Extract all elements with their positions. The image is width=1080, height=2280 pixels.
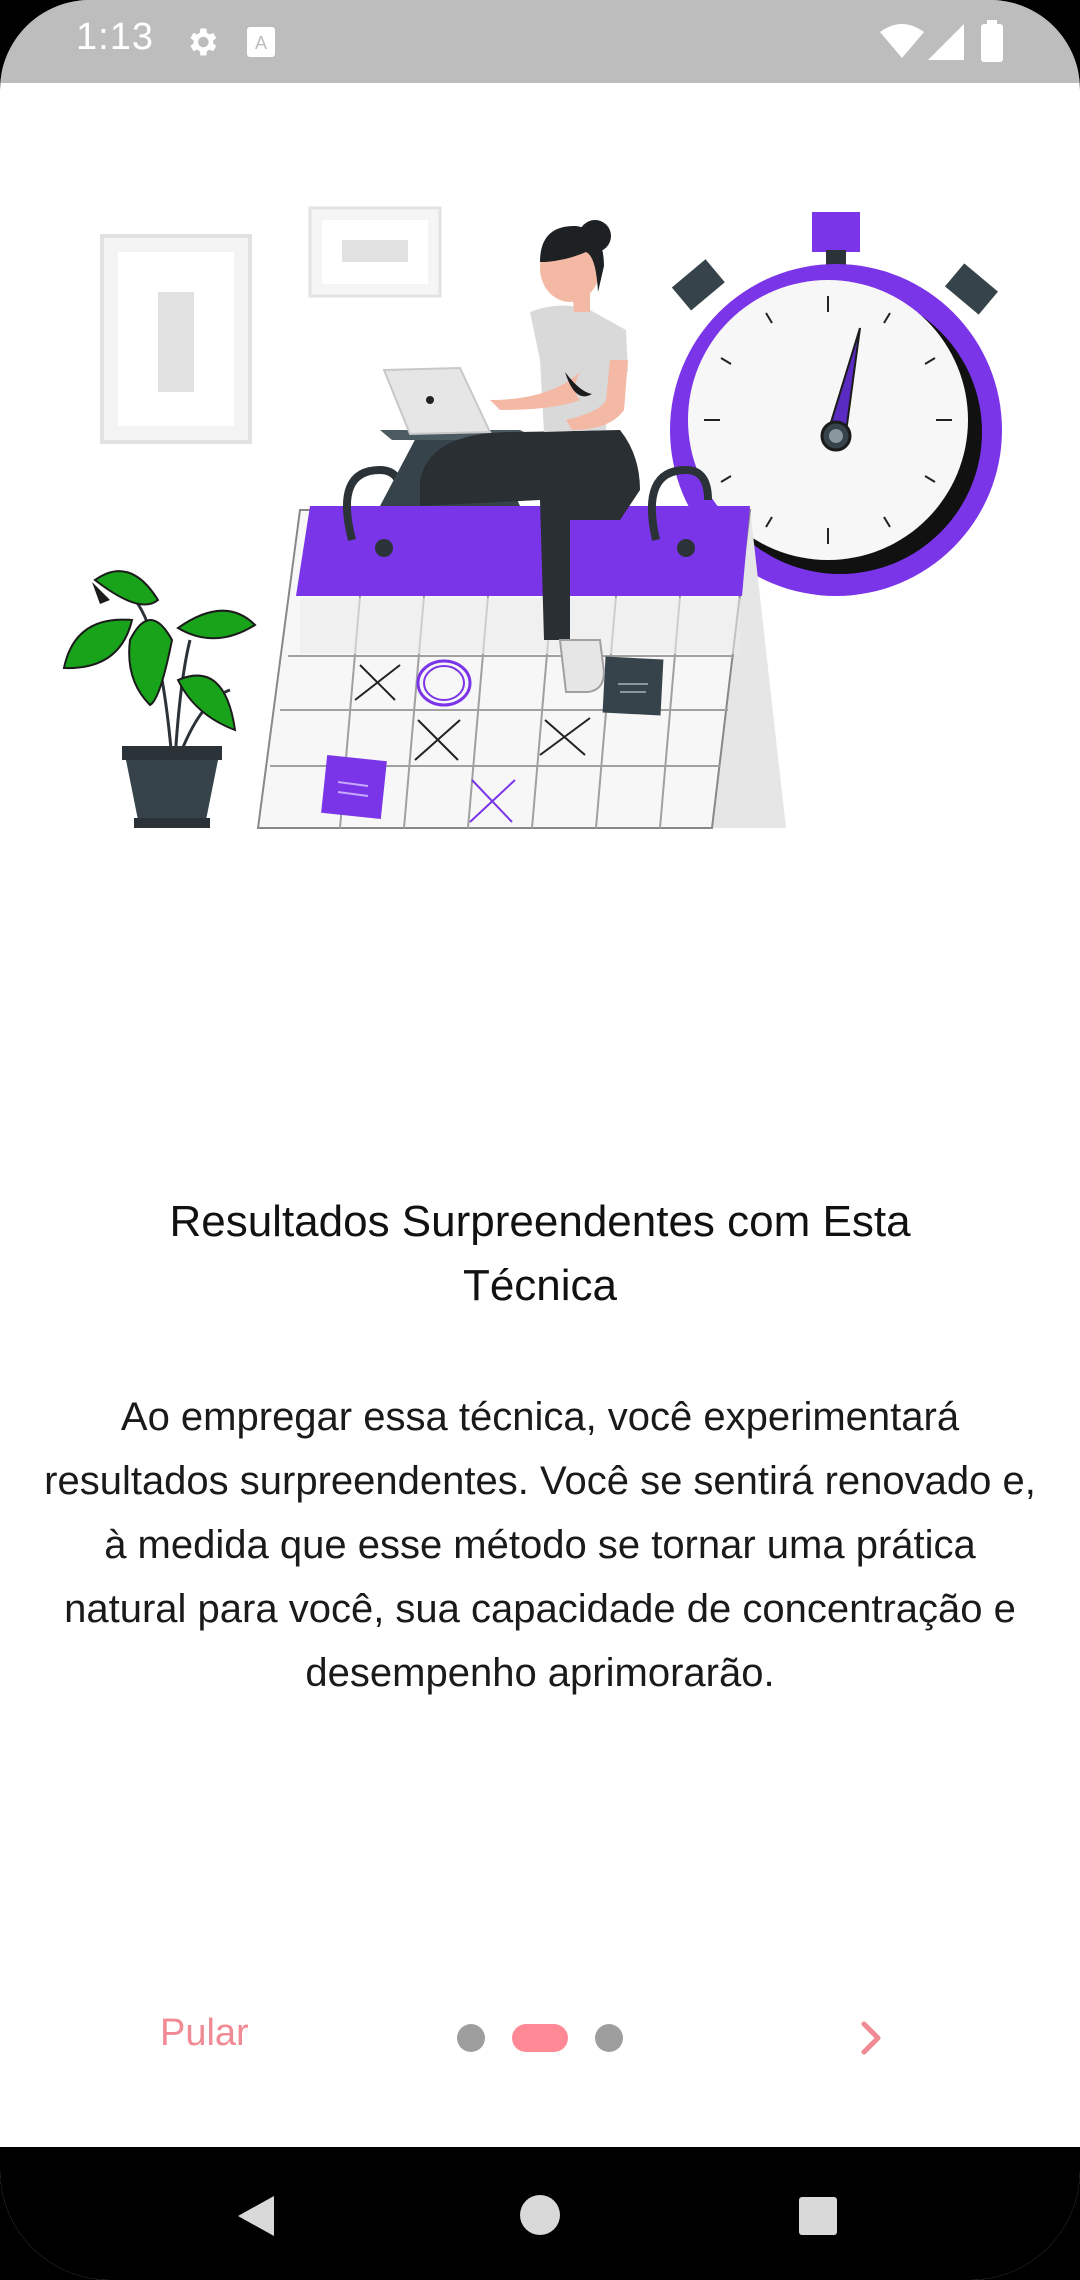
- onboarding-illustration: [62, 206, 1002, 829]
- page-dot-2-active[interactable]: [512, 2024, 568, 2052]
- battery-icon: [981, 20, 1003, 62]
- text-a-icon: A: [247, 27, 275, 57]
- calendar-illustration: [256, 465, 786, 829]
- gear-icon: [190, 28, 217, 56]
- svg-text:A: A: [255, 33, 267, 53]
- picture-frame-top: [308, 206, 442, 298]
- onboarding-description: Ao empregar essa técnica, você experimen…: [44, 1395, 1036, 1695]
- status-bar: 1:13 A: [0, 0, 1080, 83]
- plant-illustration: [62, 570, 257, 828]
- back-icon[interactable]: [234, 2192, 278, 2240]
- signal-icon: [928, 24, 964, 60]
- home-icon[interactable]: [518, 2193, 562, 2237]
- onboarding-title: Resultados Surpreendentes com Esta Técni…: [169, 1197, 911, 1310]
- skip-button[interactable]: Pular: [160, 2012, 249, 2055]
- status-time: 1:13: [76, 16, 154, 58]
- recents-icon[interactable]: [797, 2195, 839, 2237]
- onboarding-screen: 1:13 A Resultados Surpreendentes com Est…: [0, 0, 1080, 2280]
- page-dot-1[interactable]: [457, 2024, 485, 2052]
- page-dot-3[interactable]: [595, 2024, 623, 2052]
- picture-frame-left: [100, 234, 252, 444]
- wifi-icon: [880, 24, 924, 58]
- chevron-right-icon[interactable]: [852, 2014, 892, 2062]
- navigation-bar: [0, 2147, 1080, 2280]
